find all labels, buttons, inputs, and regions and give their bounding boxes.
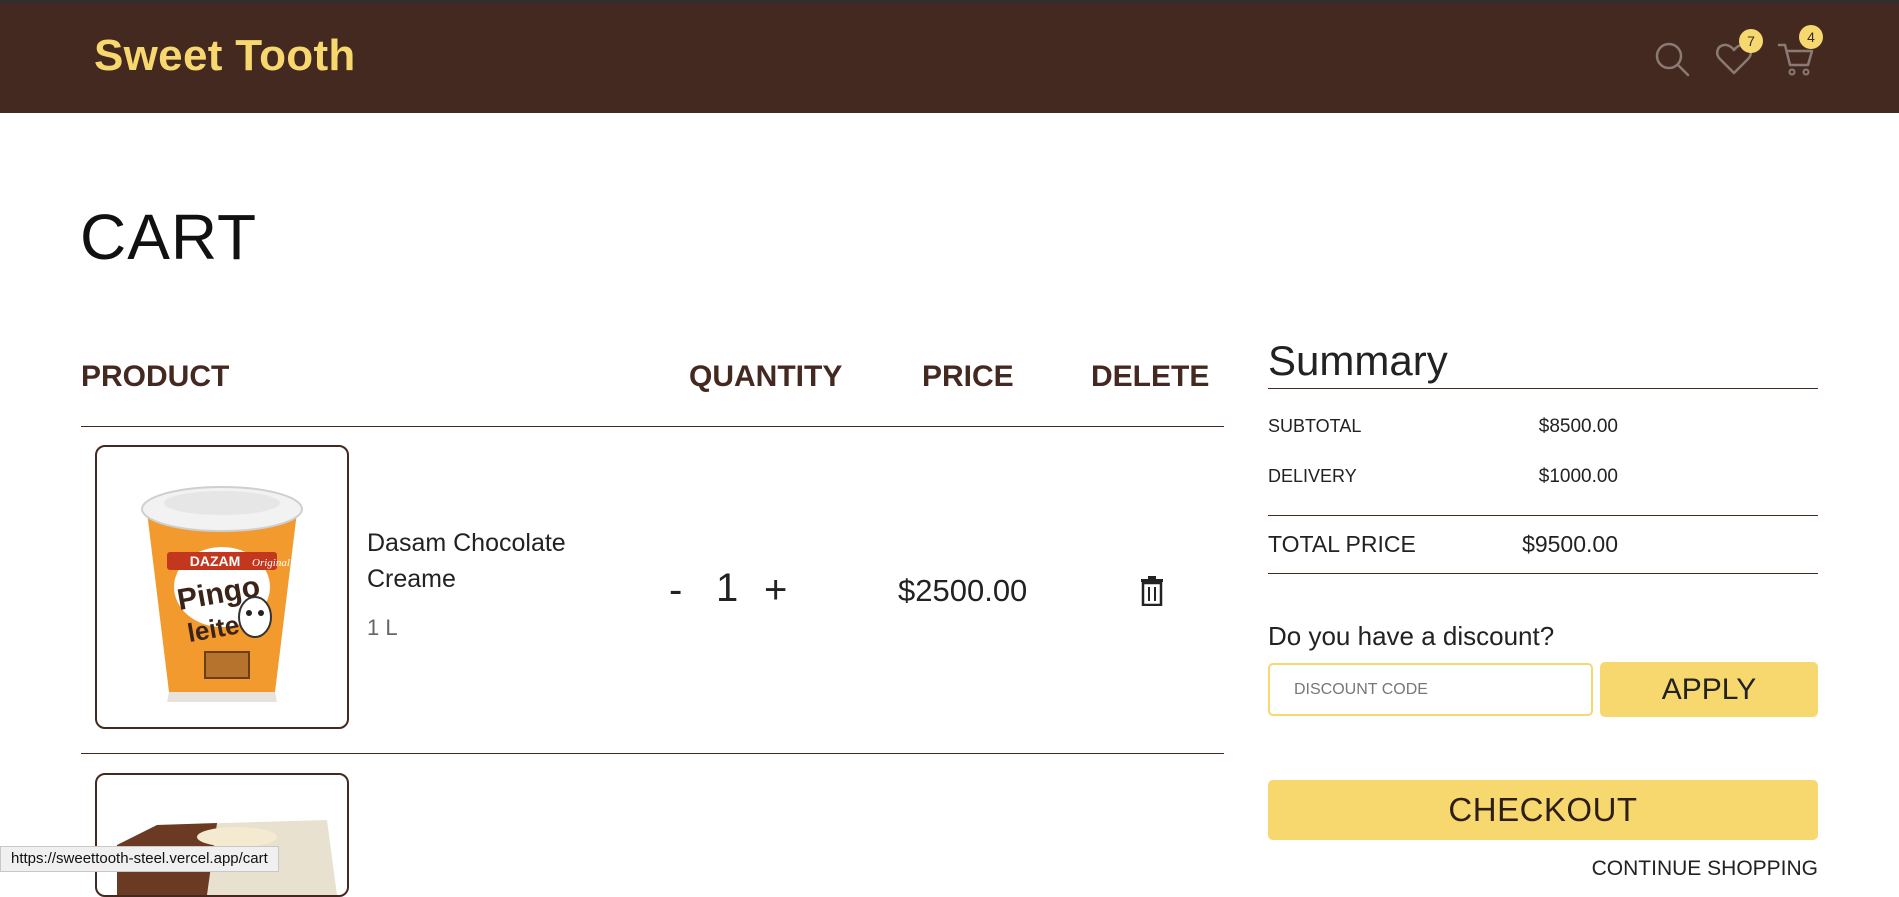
product-price: $2500.00: [898, 573, 1028, 608]
tub-brand-text: DAZAM: [190, 553, 241, 569]
table-header-divider: [81, 426, 1224, 427]
subtotal-value: $8500.00: [1538, 416, 1618, 437]
site-header: Sweet Tooth 7 4: [0, 0, 1899, 113]
discount-question: Do you have a discount?: [1268, 621, 1555, 651]
discount-code-input[interactable]: [1268, 663, 1593, 716]
quantity-value: 1: [716, 566, 739, 610]
search-icon[interactable]: [1652, 39, 1692, 79]
brand-logo[interactable]: Sweet Tooth: [94, 31, 356, 81]
wishlist-count-badge: 7: [1739, 29, 1763, 53]
ice-cream-tub-image: DAZAM Original Pingo leite: [141, 486, 303, 702]
total-top-divider: [1268, 515, 1818, 516]
status-bar-url: https://sweettooth-steel.vercel.app/cart: [0, 846, 279, 872]
cart-count-badge: 4: [1799, 25, 1823, 49]
product-variant: 1 L: [367, 615, 398, 640]
subtotal-label: SUBTOTAL: [1268, 416, 1362, 436]
total-price-value: $9500.00: [1522, 531, 1618, 557]
apply-discount-button[interactable]: APPLY: [1600, 662, 1818, 717]
increase-quantity-button[interactable]: +: [764, 568, 787, 613]
total-bottom-divider: [1268, 573, 1818, 574]
product-thumbnail-image: [117, 820, 337, 895]
tub-original-text: Original: [252, 557, 290, 569]
summary-title: Summary: [1268, 337, 1448, 384]
column-header-delete: DELETE: [1091, 360, 1210, 393]
column-header-product: PRODUCT: [81, 360, 230, 393]
product-image[interactable]: [95, 773, 349, 897]
summary-divider: [1268, 388, 1818, 389]
trash-icon[interactable]: [1140, 576, 1164, 606]
product-name[interactable]: Dasam Chocolate Creame: [367, 525, 587, 597]
product-image[interactable]: DAZAM Original Pingo leite: [95, 445, 349, 729]
page-title: CART: [80, 201, 258, 273]
column-header-price: PRICE: [922, 360, 1014, 393]
checkout-button[interactable]: CHECKOUT: [1268, 780, 1818, 840]
delivery-label: DELIVERY: [1268, 466, 1357, 486]
continue-shopping-link[interactable]: CONTINUE SHOPPING: [1592, 857, 1818, 881]
row-divider: [81, 753, 1224, 754]
decrease-quantity-button[interactable]: -: [669, 568, 682, 613]
column-header-quantity: QUANTITY: [689, 360, 843, 393]
delivery-value: $1000.00: [1538, 466, 1618, 487]
total-price-label: TOTAL PRICE: [1268, 531, 1416, 557]
